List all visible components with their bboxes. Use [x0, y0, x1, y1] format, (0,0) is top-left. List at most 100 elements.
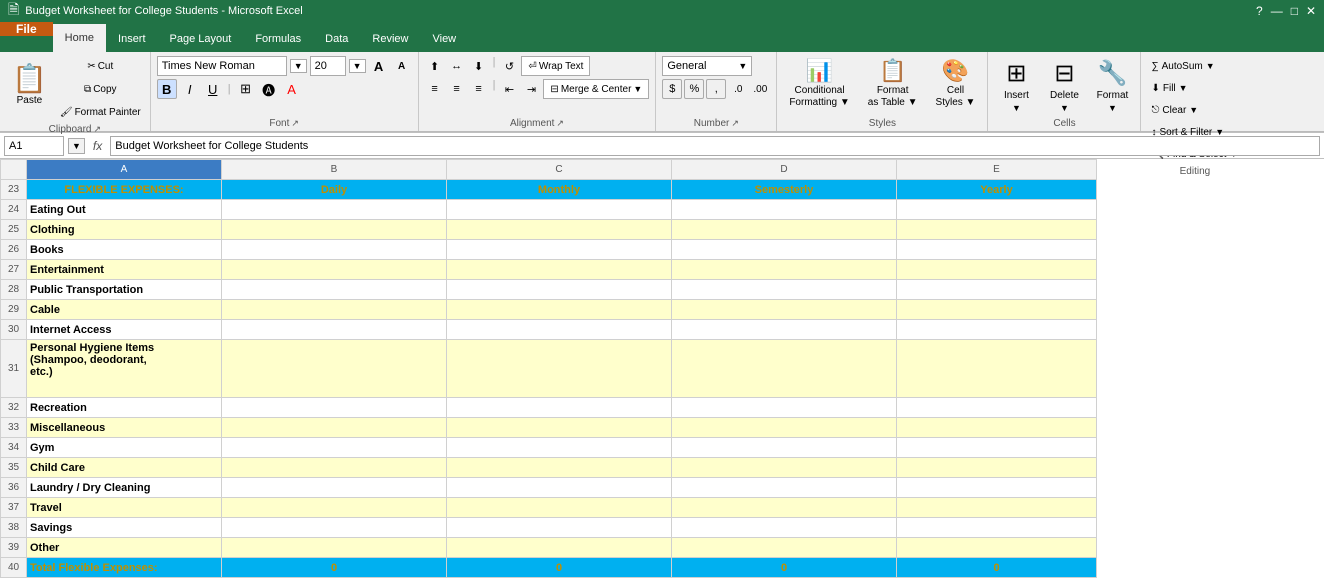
help-icon[interactable]: ? — [1256, 4, 1263, 18]
table-cell[interactable] — [672, 398, 897, 418]
align-middle-button[interactable]: ↔ — [447, 56, 467, 76]
table-cell[interactable]: Other — [27, 538, 222, 558]
table-cell[interactable] — [897, 458, 1097, 478]
autosum-button[interactable]: ∑ AutoSum ▼ — [1147, 56, 1218, 76]
increase-indent-button[interactable]: ⇥ — [521, 79, 541, 99]
decrease-font-button[interactable]: A — [392, 56, 412, 76]
tab-insert[interactable]: Insert — [106, 26, 158, 52]
col-header-a[interactable]: A — [27, 160, 222, 180]
table-cell[interactable]: Total Flexible Expenses: — [27, 558, 222, 578]
align-center-button[interactable]: ≡ — [447, 79, 467, 99]
table-cell[interactable]: 0 — [447, 558, 672, 578]
table-cell[interactable] — [897, 280, 1097, 300]
paste-button[interactable]: 📋 Paste — [6, 56, 53, 116]
underline-button[interactable]: U — [203, 79, 223, 99]
col-header-d[interactable]: D — [672, 160, 897, 180]
format-button[interactable]: 🔧 Format ▼ — [1090, 56, 1134, 116]
number-expand-icon[interactable]: ↗ — [731, 118, 739, 129]
merge-dropdown-icon[interactable]: ▼ — [633, 84, 642, 94]
comma-button[interactable]: , — [706, 79, 726, 99]
maximize-icon[interactable]: □ — [1291, 4, 1298, 18]
font-name-input[interactable] — [157, 56, 287, 76]
format-painter-button[interactable]: 🖌 Format Painter — [57, 102, 144, 122]
delete-button[interactable]: ⊟ Delete ▼ — [1042, 56, 1086, 116]
wrap-text-button[interactable]: ⏎ Wrap Text — [521, 56, 590, 76]
table-cell[interactable] — [672, 260, 897, 280]
table-cell[interactable] — [672, 300, 897, 320]
table-cell[interactable] — [222, 260, 447, 280]
increase-font-button[interactable]: A — [369, 56, 389, 76]
table-cell[interactable] — [672, 200, 897, 220]
table-cell[interactable] — [897, 340, 1097, 398]
col-header-c[interactable]: C — [447, 160, 672, 180]
tab-home[interactable]: Home — [53, 24, 106, 52]
table-cell[interactable] — [447, 200, 672, 220]
tab-view[interactable]: View — [420, 26, 468, 52]
merge-center-button[interactable]: ⊟ Merge & Center ▼ — [543, 79, 649, 99]
tab-data[interactable]: Data — [313, 26, 360, 52]
table-cell[interactable]: Savings — [27, 518, 222, 538]
table-cell[interactable]: Semesterly — [672, 180, 897, 200]
table-cell[interactable]: Gym — [27, 438, 222, 458]
table-cell[interactable] — [897, 260, 1097, 280]
tab-page-layout[interactable]: Page Layout — [158, 26, 244, 52]
table-cell[interactable] — [897, 478, 1097, 498]
align-top-button[interactable]: ⬆ — [425, 56, 445, 76]
table-cell[interactable] — [897, 220, 1097, 240]
clear-button[interactable]: ⎋ Clear ▼ — [1147, 100, 1202, 120]
minimize-icon[interactable]: — — [1271, 4, 1283, 18]
table-cell[interactable] — [222, 320, 447, 340]
col-header-e[interactable]: E — [897, 160, 1097, 180]
table-cell[interactable]: Child Care — [27, 458, 222, 478]
table-cell[interactable] — [447, 458, 672, 478]
table-cell[interactable]: 0 — [222, 558, 447, 578]
align-left-button[interactable]: ≡ — [425, 79, 445, 99]
table-cell[interactable] — [672, 478, 897, 498]
italic-button[interactable]: I — [180, 79, 200, 99]
table-cell[interactable] — [447, 340, 672, 398]
fill-color-button[interactable]: 🅐 — [259, 79, 279, 99]
borders-button[interactable]: ⊞ — [236, 79, 256, 99]
table-cell[interactable] — [222, 478, 447, 498]
table-cell[interactable] — [672, 458, 897, 478]
format-table-button[interactable]: 📋 Formatas Table ▼ — [862, 56, 924, 111]
table-cell[interactable]: Yearly — [897, 180, 1097, 200]
table-cell[interactable] — [897, 240, 1097, 260]
spreadsheet-container[interactable]: A B C D E 23FLEXIBLE EXPENSES:DailyMonth… — [0, 159, 1324, 579]
table-cell[interactable] — [672, 280, 897, 300]
table-cell[interactable] — [897, 418, 1097, 438]
decrease-indent-button[interactable]: ⇤ — [499, 79, 519, 99]
table-cell[interactable] — [222, 418, 447, 438]
percent-button[interactable]: % — [684, 79, 704, 99]
table-cell[interactable]: FLEXIBLE EXPENSES: — [27, 180, 222, 200]
table-cell[interactable]: 0 — [672, 558, 897, 578]
table-cell[interactable] — [447, 518, 672, 538]
table-cell[interactable] — [447, 498, 672, 518]
table-cell[interactable] — [897, 320, 1097, 340]
text-direction-button[interactable]: ↺ — [499, 56, 519, 76]
table-cell[interactable] — [897, 200, 1097, 220]
table-cell[interactable]: Daily — [222, 180, 447, 200]
currency-button[interactable]: $ — [662, 79, 682, 99]
table-cell[interactable]: 0 — [897, 558, 1097, 578]
insert-button[interactable]: ⊞ Insert ▼ — [994, 56, 1038, 116]
align-right-button[interactable]: ≡ — [469, 79, 489, 99]
table-cell[interactable] — [222, 458, 447, 478]
font-color-button[interactable]: A — [282, 79, 302, 99]
decrease-decimal-button[interactable]: .0 — [728, 79, 748, 99]
conditional-formatting-button[interactable]: 📊 ConditionalFormatting ▼ — [783, 56, 855, 111]
bold-button[interactable]: B — [157, 79, 177, 99]
table-cell[interactable] — [222, 200, 447, 220]
table-cell[interactable] — [447, 478, 672, 498]
table-cell[interactable]: Travel — [27, 498, 222, 518]
table-cell[interactable] — [222, 220, 447, 240]
table-cell[interactable]: Cable — [27, 300, 222, 320]
table-cell[interactable]: Books — [27, 240, 222, 260]
clipboard-expand-icon[interactable]: ↗ — [93, 124, 101, 135]
table-cell[interactable] — [672, 418, 897, 438]
table-cell[interactable] — [447, 398, 672, 418]
table-cell[interactable] — [897, 498, 1097, 518]
table-cell[interactable] — [447, 320, 672, 340]
table-cell[interactable]: Miscellaneous — [27, 418, 222, 438]
close-icon[interactable]: ✕ — [1306, 4, 1316, 18]
